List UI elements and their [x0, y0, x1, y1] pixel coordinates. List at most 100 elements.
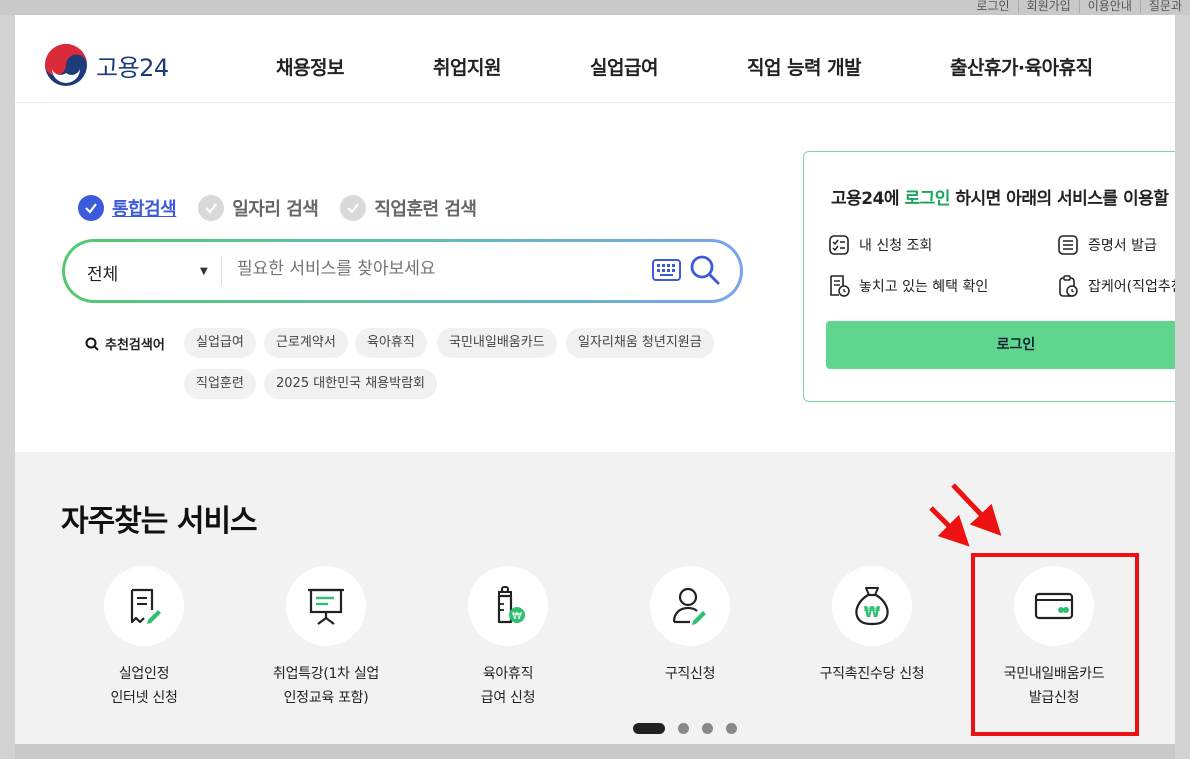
utility-link-signup[interactable]: 회원가입	[1017, 0, 1079, 13]
annotation-highlight-box	[971, 553, 1139, 736]
check-icon	[340, 195, 367, 221]
login-message-highlight: 로그인	[904, 189, 951, 209]
pager-dot-4[interactable]	[726, 723, 737, 734]
service-item-parental-leave-benefit[interactable]: ₩ 육아휴직 급여 신청	[417, 566, 599, 710]
service-item-employment-lecture[interactable]: 취업특강(1차 실업 인정교육 포함)	[235, 566, 417, 710]
presentation-board-icon	[308, 588, 344, 625]
keyword-chip[interactable]: 2025 대한민국 채용박람회	[264, 369, 437, 399]
svg-text:₩: ₩	[512, 611, 522, 622]
person-pen-icon	[672, 587, 706, 625]
service-item-line1: 실업인정	[118, 666, 170, 682]
service-label: 증명서 발급	[1088, 238, 1157, 254]
nav-item-parental-leave[interactable]: 출산휴가·육아휴직	[950, 53, 1093, 80]
pager-dot-2[interactable]	[678, 723, 689, 734]
money-bag-won-icon: ₩	[855, 587, 889, 626]
search-box: 전체 ▼	[62, 239, 743, 303]
service-item-line1: 구직촉진수당 신청	[819, 666, 925, 682]
login-panel: 고용24에 로그인 하시면 아래의 서비스를 이용할 내 신청 조회 증명서 발…	[803, 151, 1175, 402]
nav-item-jobs[interactable]: 채용정보	[276, 53, 344, 80]
keyword-chip[interactable]: 육아휴직	[355, 328, 427, 358]
nav-item-unemployment-benefit[interactable]: 실업급여	[590, 53, 658, 80]
service-item-line1: 구직신청	[664, 666, 716, 682]
header: 고용24 채용정보 취업지원 실업급여 직업 능력 개발 출산휴가·육아휴직	[15, 15, 1175, 103]
service-label: 내 신청 조회	[859, 238, 933, 254]
document-clock-icon	[830, 275, 850, 297]
search-category-value: 전체	[87, 265, 119, 285]
keyword-chip[interactable]: 근로계약서	[264, 328, 348, 358]
utility-bar: 로그인 회원가입 이용안내 질문과	[0, 0, 1190, 15]
annotation-arrows-icon	[929, 483, 1002, 547]
carousel-pager	[633, 723, 750, 734]
service-item-label: 구직촉진수당 신청	[781, 662, 963, 686]
service-icon-circle	[650, 566, 730, 646]
utility-links: 로그인 회원가입 이용안내 질문과	[968, 0, 1190, 13]
keyword-chip[interactable]: 일자리채움 청년지원금	[566, 328, 714, 358]
recommended-title-label: 추천검색어	[105, 338, 165, 353]
baby-bottle-won-icon: ₩	[497, 586, 525, 624]
keyboard-icon[interactable]	[652, 259, 681, 281]
service-icon-circle: ₩	[832, 566, 912, 646]
service-item-line2: 인터넷 신청	[110, 690, 178, 706]
service-item-label: 구직신청	[599, 662, 781, 686]
tab-label: 통합검색	[112, 199, 177, 220]
search-box-inner: 전체 ▼	[65, 242, 740, 300]
login-message: 고용24에 로그인 하시면 아래의 서비스를 이용할	[831, 184, 1169, 209]
tab-label: 직업훈련 검색	[374, 199, 477, 220]
service-item-line2: 급여 신청	[480, 690, 536, 706]
check-icon	[78, 195, 104, 221]
service-certificate[interactable]: 증명서 발급	[1057, 234, 1157, 256]
tab-job-search[interactable]: 일자리 검색	[198, 195, 319, 221]
service-icon-circle	[286, 566, 366, 646]
pager-dot-1[interactable]	[633, 723, 665, 734]
service-icon-circle	[104, 566, 184, 646]
service-icon-circle: ₩	[468, 566, 548, 646]
caret-down-icon: ▼	[200, 266, 208, 277]
nav-item-employment-support[interactable]: 취업지원	[433, 53, 501, 80]
search-tabs: 통합검색 일자리 검색 직업훈련 검색	[78, 195, 498, 221]
check-icon	[198, 195, 225, 221]
service-missed-benefits[interactable]: 놓치고 있는 혜택 확인	[828, 274, 988, 298]
service-item-unemployment-recognition[interactable]: 실업인정 인터넷 신청	[53, 566, 235, 710]
divider	[221, 256, 222, 286]
login-message-prefix: 고용24에	[831, 189, 905, 209]
tab-label: 일자리 검색	[232, 199, 319, 220]
clipboard-clock-icon	[1059, 275, 1078, 297]
search-icon[interactable]	[689, 254, 721, 286]
tab-training-search[interactable]: 직업훈련 검색	[340, 195, 477, 221]
utility-link-login[interactable]: 로그인	[968, 0, 1017, 13]
service-item-job-application[interactable]: 구직신청	[599, 566, 781, 686]
service-item-label: 실업인정 인터넷 신청	[53, 662, 235, 710]
login-button[interactable]: 로그인	[826, 321, 1175, 369]
search-input[interactable]	[237, 259, 637, 279]
tab-integrated-search[interactable]: 통합검색	[78, 195, 177, 221]
service-item-label: 취업특강(1차 실업 인정교육 포함)	[235, 662, 417, 710]
certificate-icon	[1058, 235, 1078, 255]
service-item-line2: 인정교육 포함)	[283, 690, 369, 706]
recommended-title: 추천검색어	[85, 334, 165, 353]
section-title: 자주찾는 서비스	[61, 504, 258, 539]
pager-dot-3[interactable]	[702, 723, 713, 734]
search-icon	[85, 337, 99, 351]
service-my-applications[interactable]: 내 신청 조회	[828, 234, 932, 256]
keyword-chip[interactable]: 실업급여	[184, 328, 256, 358]
background-strip-right	[1175, 15, 1190, 759]
utility-link-guide[interactable]: 이용안내	[1078, 0, 1140, 13]
service-jobcare[interactable]: 잡케어(직업추천	[1057, 274, 1175, 298]
service-label: 놓치고 있는 혜택 확인	[859, 279, 989, 295]
search-category-select[interactable]: 전체 ▼	[87, 260, 217, 285]
service-item-line1: 취업특강(1차 실업	[273, 666, 379, 682]
login-message-suffix: 하시면 아래의 서비스를 이용할	[949, 189, 1169, 209]
main-nav: 채용정보 취업지원 실업급여 직업 능력 개발 출산휴가·육아휴직	[15, 53, 1175, 79]
document-pen-icon	[130, 588, 161, 624]
checklist-icon	[829, 235, 849, 255]
background-strip-left	[0, 15, 15, 759]
service-item-line1: 육아휴직	[482, 666, 534, 682]
svg-text:₩: ₩	[864, 603, 881, 621]
utility-link-faq[interactable]: 질문과	[1139, 0, 1190, 13]
service-label: 잡케어(직업추천	[1088, 279, 1175, 295]
keyword-chip[interactable]: 직업훈련	[184, 369, 256, 399]
nav-item-vocational-training[interactable]: 직업 능력 개발	[747, 53, 862, 80]
keyword-chip[interactable]: 국민내일배움카드	[437, 328, 557, 358]
service-item-job-promotion-allowance[interactable]: ₩ 구직촉진수당 신청	[781, 566, 963, 686]
service-item-label: 육아휴직 급여 신청	[417, 662, 599, 710]
